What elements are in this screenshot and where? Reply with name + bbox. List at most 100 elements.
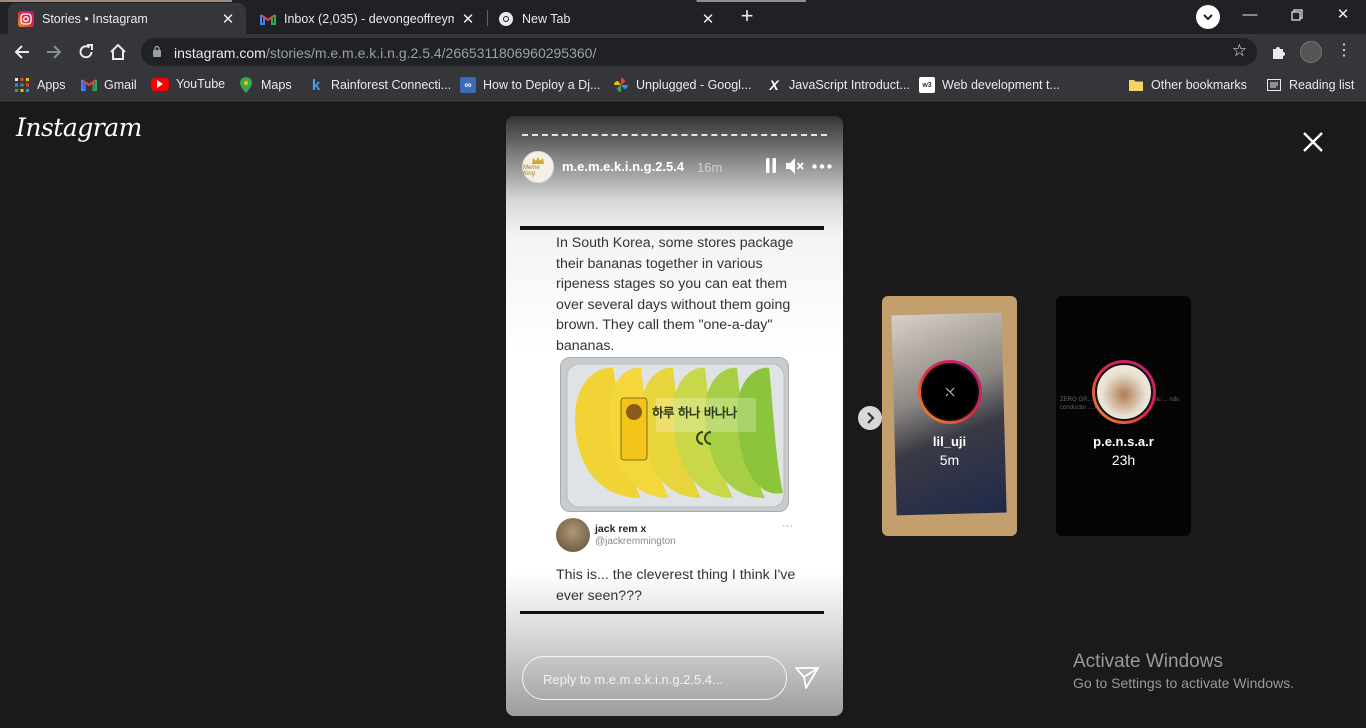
tweet-more-dots: ··· bbox=[782, 520, 793, 532]
bookmark-rainforest[interactable]: k Rainforest Connecti... bbox=[308, 76, 452, 94]
bookmark-other-bookmarks[interactable]: Other bookmarks bbox=[1128, 77, 1247, 93]
bookmark-label: Apps bbox=[37, 78, 66, 92]
infinity-icon: ∞ bbox=[460, 77, 476, 93]
minimize-icon[interactable]: — bbox=[1236, 4, 1264, 26]
restore-icon[interactable] bbox=[1283, 4, 1311, 26]
tab-accent-line bbox=[0, 0, 1366, 2]
crown-icon bbox=[532, 157, 544, 164]
folder-icon bbox=[1128, 77, 1144, 93]
bookmark-label: Gmail bbox=[104, 78, 137, 92]
w3-icon: w3 bbox=[919, 77, 935, 93]
instagram-stories-viewer: Instagram Meme King m.e.m.e.k.i.n.g.2.5.… bbox=[0, 103, 1366, 728]
tweet-display-name: jack rem x bbox=[595, 523, 647, 535]
reload-icon[interactable] bbox=[73, 40, 99, 64]
preview-time: 23h bbox=[1111, 452, 1136, 468]
address-bar[interactable]: instagram.com/stories/m.e.m.e.k.i.n.g.2.… bbox=[141, 38, 1257, 66]
instagram-logo[interactable]: Instagram bbox=[16, 113, 142, 142]
tweet-text: This is... the cleverest thing I think I… bbox=[556, 567, 796, 604]
new-tab-button[interactable]: + bbox=[734, 5, 760, 28]
pinwheel-icon bbox=[613, 77, 629, 93]
story-header: Meme King m.e.m.e.k.i.n.g.2.5.4 16m bbox=[522, 151, 832, 183]
k-icon: k bbox=[311, 76, 321, 94]
story-progress-bar bbox=[522, 134, 827, 136]
chrome-favicon-icon bbox=[498, 11, 514, 27]
bookmark-label: Web development t... bbox=[942, 78, 1060, 92]
story-meme-post: In South Korea, some stores package thei… bbox=[520, 226, 824, 616]
story-preview-lil-uji[interactable]: lil_uji 5m bbox=[882, 296, 1017, 536]
banana-package-photo: 하루 하나 바나나 bbox=[560, 357, 789, 512]
post-caption: In South Korea, some stores package thei… bbox=[556, 235, 794, 354]
story-reply-box[interactable] bbox=[522, 656, 787, 700]
close-stories-icon[interactable] bbox=[1296, 125, 1330, 159]
forward-arrow-icon[interactable] bbox=[41, 40, 67, 64]
tab-search-icon[interactable] bbox=[1196, 5, 1220, 29]
tab-title: New Tab bbox=[522, 11, 571, 26]
x-icon: X bbox=[769, 77, 779, 93]
preview-avatar bbox=[921, 363, 979, 421]
story-username[interactable]: m.e.m.e.k.i.n.g.2.5.4 bbox=[562, 159, 684, 174]
preview-avatar bbox=[1095, 363, 1153, 421]
bookmark-youtube[interactable]: YouTube bbox=[151, 77, 225, 91]
browser-toolbar: instagram.com/stories/m.e.m.e.k.i.n.g.2.… bbox=[0, 34, 1366, 70]
tweet-handle: @jackremmington bbox=[595, 536, 676, 547]
avatar-glyph-icon bbox=[945, 387, 955, 397]
youtube-icon bbox=[151, 77, 169, 91]
package-korean-label: 하루 하나 바나나 bbox=[652, 405, 737, 420]
maps-pin-icon bbox=[238, 77, 254, 93]
url-path: /stories/m.e.m.e.k.i.n.g.2.5.4/266531180… bbox=[265, 45, 597, 61]
reply-input[interactable] bbox=[543, 669, 773, 689]
chevron-right-icon bbox=[867, 412, 875, 424]
send-direct-icon[interactable] bbox=[794, 666, 820, 690]
apps-grid-icon bbox=[14, 77, 30, 93]
bookmark-star-icon[interactable]: ☆ bbox=[1232, 41, 1247, 61]
url-text: instagram.com/stories/m.e.m.e.k.i.n.g.2.… bbox=[174, 45, 596, 61]
bookmark-gmail[interactable]: Gmail bbox=[81, 77, 137, 93]
pause-icon[interactable] bbox=[765, 158, 777, 173]
tab-title: Stories • Instagram bbox=[42, 11, 148, 26]
tab-instagram-stories[interactable]: Stories • Instagram ✕ bbox=[8, 3, 246, 34]
tab-title: Inbox (2,035) - devongeoffreyma bbox=[284, 11, 454, 26]
preview-username: lil_uji bbox=[932, 434, 967, 449]
story-user-avatar[interactable]: Meme King bbox=[522, 151, 554, 183]
extensions-puzzle-icon[interactable] bbox=[1270, 43, 1288, 65]
profile-avatar[interactable] bbox=[1300, 41, 1322, 63]
bookmark-deploy-django[interactable]: ∞ How to Deploy a Dj... bbox=[460, 77, 600, 93]
close-tab-icon[interactable]: ✕ bbox=[220, 10, 236, 28]
post-top-border bbox=[520, 226, 824, 230]
chrome-menu-icon[interactable]: ⋮ bbox=[1336, 40, 1352, 62]
bookmark-label: Reading list bbox=[1289, 78, 1355, 92]
watermark-subtitle: Go to Settings to activate Windows. bbox=[1073, 675, 1294, 691]
home-icon[interactable] bbox=[105, 40, 131, 64]
more-options-icon[interactable] bbox=[812, 164, 832, 169]
bookmark-reading-list[interactable]: Reading list bbox=[1266, 77, 1354, 93]
story-card[interactable]: Meme King m.e.m.e.k.i.n.g.2.5.4 16m In S… bbox=[506, 116, 843, 716]
bookmark-label: Other bookmarks bbox=[1151, 78, 1247, 92]
preview-time: 5m bbox=[939, 452, 960, 468]
tweet-user-avatar bbox=[556, 518, 590, 552]
story-avatar-text: Meme King bbox=[523, 165, 540, 177]
bookmark-unplugged[interactable]: Unplugged - Googl... bbox=[613, 77, 751, 93]
reading-list-icon bbox=[1266, 77, 1282, 93]
back-arrow-icon[interactable] bbox=[9, 40, 35, 64]
bookmark-javascript[interactable]: X JavaScript Introduct... bbox=[766, 77, 910, 93]
watermark-title: Activate Windows bbox=[1073, 651, 1223, 672]
tab-new-tab[interactable]: New Tab ✕ bbox=[488, 3, 726, 34]
gmail-favicon-icon bbox=[260, 11, 276, 27]
story-timestamp: 16m bbox=[697, 160, 723, 175]
next-story-button[interactable] bbox=[858, 406, 882, 430]
url-host: instagram.com bbox=[174, 45, 266, 61]
bookmark-apps[interactable]: Apps bbox=[14, 77, 66, 93]
preview-username: p.e.n.s.a.r bbox=[1093, 434, 1154, 449]
story-preview-pensar[interactable]: ZERO GR... Mat za ember... ad music ... … bbox=[1056, 296, 1191, 536]
bookmark-maps[interactable]: Maps bbox=[238, 77, 292, 93]
close-window-icon[interactable]: ✕ bbox=[1329, 4, 1357, 26]
bookmark-label: YouTube bbox=[176, 77, 226, 91]
bookmark-web-development[interactable]: w3 Web development t... bbox=[919, 77, 1060, 93]
browser-tab-strip: Stories • Instagram ✕ Inbox (2,035) - de… bbox=[0, 0, 1366, 34]
muted-speaker-icon[interactable] bbox=[785, 157, 804, 175]
bookmark-label: Rainforest Connecti... bbox=[331, 78, 452, 92]
bookmark-label: Unplugged - Googl... bbox=[636, 78, 752, 92]
tab-gmail-inbox[interactable]: Inbox (2,035) - devongeoffreyma ✕ bbox=[250, 3, 486, 34]
close-tab-icon[interactable]: ✕ bbox=[700, 10, 716, 28]
close-tab-icon[interactable]: ✕ bbox=[460, 10, 476, 28]
